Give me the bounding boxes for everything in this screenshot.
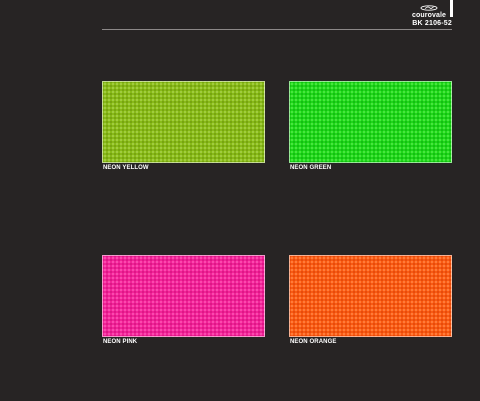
brand-logo-icon [420,5,438,11]
swatch-label-neon-green: NEON GREEN [290,165,332,171]
swatch-label-neon-yellow: NEON YELLOW [103,165,149,171]
swatch-label-neon-pink: NEON PINK [103,339,138,345]
swatch-neon-pink [102,255,265,337]
swatch-neon-green [289,81,452,163]
brand-name: courovale [412,12,446,19]
header-side-bar [450,0,453,17]
swatch-neon-yellow [102,81,265,163]
swatch-neon-orange [289,255,452,337]
brand: courovale [412,5,446,19]
header-rule [102,29,452,30]
product-code: BK 2106-52 [412,20,452,27]
swatch-label-neon-orange: NEON ORANGE [290,339,337,345]
